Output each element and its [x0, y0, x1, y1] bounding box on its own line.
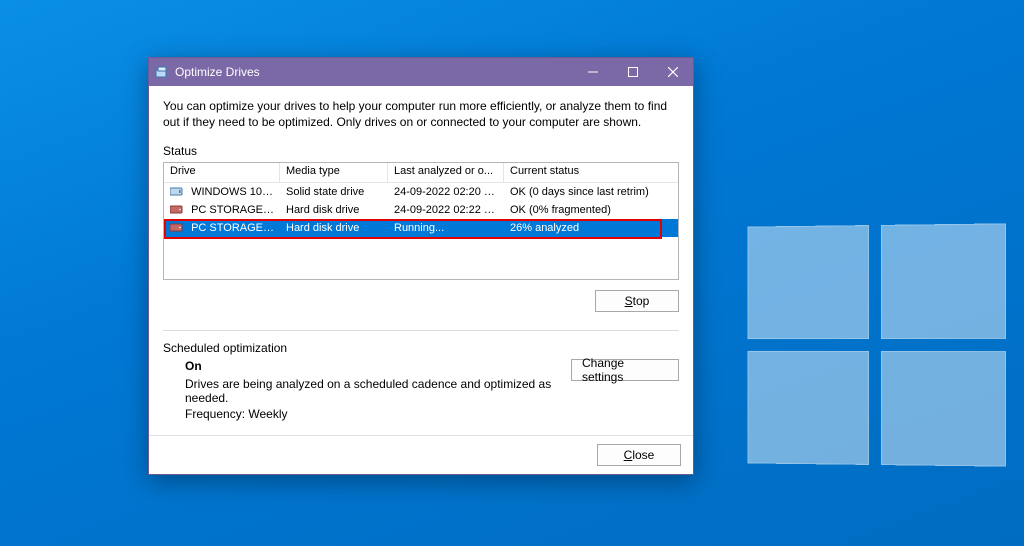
- hdd-icon: [170, 204, 184, 215]
- drive-last: 24-09-2022 02:22 P...: [388, 203, 504, 217]
- drive-name: WINDOWS 10 (C:): [191, 186, 280, 198]
- drive-media: Hard disk drive: [280, 203, 388, 217]
- close-dialog-button[interactable]: Close: [597, 444, 681, 466]
- drive-list: Drive Media type Last analyzed or o... C…: [163, 162, 679, 280]
- window-title: Optimize Drives: [175, 65, 573, 79]
- scheduled-frequency: Frequency: Weekly: [185, 407, 571, 421]
- drive-status: OK (0% fragmented): [504, 203, 678, 217]
- drive-last: Running...: [388, 221, 504, 235]
- minimize-button[interactable]: [573, 58, 613, 86]
- description-text: You can optimize your drives to help you…: [163, 98, 679, 130]
- table-row[interactable]: PC STORAGE 1 (F:) Hard disk drive Runnin…: [164, 219, 678, 237]
- optimize-drives-window: Optimize Drives You can optimize your dr…: [148, 57, 694, 475]
- table-row[interactable]: WINDOWS 10 (C:) Solid state drive 24-09-…: [164, 183, 678, 201]
- drive-name: PC STORAGE 2 (E:): [191, 204, 280, 216]
- stop-button[interactable]: Stop: [595, 290, 679, 312]
- table-row[interactable]: PC STORAGE 2 (E:) Hard disk drive 24-09-…: [164, 201, 678, 219]
- titlebar[interactable]: Optimize Drives: [149, 58, 693, 86]
- status-label: Status: [163, 144, 679, 158]
- maximize-button[interactable]: [613, 58, 653, 86]
- app-icon: [155, 65, 169, 79]
- hdd-icon: [170, 222, 184, 233]
- scheduled-description: Drives are being analyzed on a scheduled…: [185, 377, 571, 405]
- drive-status: OK (0 days since last retrim): [504, 185, 678, 199]
- col-header-drive[interactable]: Drive: [164, 163, 280, 182]
- col-header-media[interactable]: Media type: [280, 163, 388, 182]
- drive-status: 26% analyzed: [504, 221, 678, 235]
- divider: [163, 330, 679, 331]
- drive-media: Hard disk drive: [280, 221, 388, 235]
- change-settings-button[interactable]: Change settings: [571, 359, 679, 381]
- scheduled-label: Scheduled optimization: [163, 341, 679, 355]
- drive-last: 24-09-2022 02:20 P...: [388, 185, 504, 199]
- dialog-footer: Close: [149, 435, 693, 474]
- ssd-icon: [170, 186, 184, 197]
- col-header-last[interactable]: Last analyzed or o...: [388, 163, 504, 182]
- scheduled-state: On: [185, 359, 571, 373]
- window-controls: [573, 58, 693, 86]
- drive-media: Solid state drive: [280, 185, 388, 199]
- drive-name: PC STORAGE 1 (F:): [191, 222, 280, 234]
- col-header-status[interactable]: Current status: [504, 163, 678, 182]
- list-header: Drive Media type Last analyzed or o... C…: [164, 163, 678, 183]
- desktop-windows-logo: [747, 223, 1006, 466]
- close-button[interactable]: [653, 58, 693, 86]
